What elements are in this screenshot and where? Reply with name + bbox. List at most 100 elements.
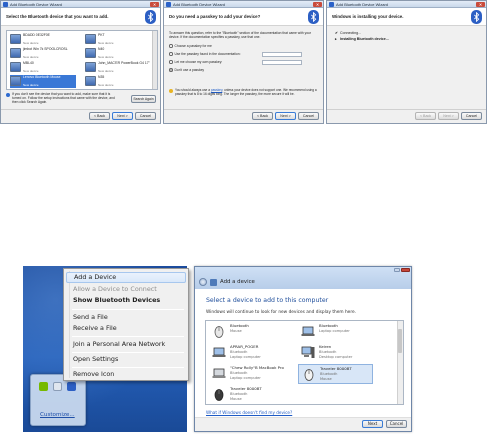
device-name: "Chew Rolly"B MacBook Pro: [230, 365, 284, 370]
device-name: N40: [98, 47, 105, 51]
next-button[interactable]: Next >: [275, 112, 296, 120]
bluetooth-wizard-installing: Add Bluetooth Device Wizard ✕ Windows is…: [326, 0, 487, 124]
window-title: Add Bluetooth Device Wizard: [173, 2, 226, 7]
device-item[interactable]: MBL40 New device: [10, 61, 76, 74]
back-button[interactable]: < Back: [252, 112, 273, 120]
device-item[interactable]: APRAR_POGER Bluetooth Laptop computer: [209, 343, 284, 363]
wizard-body: ✔ Connecting... ▸ Installing Bluetooth dev…: [327, 27, 486, 109]
passkey-option-none[interactable]: Don't use a passkey: [169, 68, 204, 72]
device-name: MBL40: [23, 61, 34, 65]
next-button[interactable]: Next >: [438, 112, 459, 120]
search-again-button[interactable]: Search Again: [131, 95, 156, 103]
device-item-selected[interactable]: Traveler 8000BT Bluetooth Mouse: [298, 364, 373, 384]
shield-icon[interactable]: [53, 382, 62, 391]
menu-item-join-pan[interactable]: Join a Personal Area Network: [73, 339, 184, 350]
wizard-header: Windows is installing your device.: [327, 8, 486, 26]
bluetooth-app-icon: [329, 2, 334, 7]
help-link[interactable]: What if Windows doesn't find my device?: [206, 410, 292, 415]
close-icon[interactable]: ✕: [476, 2, 485, 7]
device-detail: Mouse: [230, 397, 242, 401]
device-item-selected[interactable]: Lenovo Bluetooth Mouse New device: [10, 75, 76, 88]
computer-icon: [85, 48, 96, 58]
device-name: APRAR_POGER: [230, 344, 259, 349]
device-list-scrollbar[interactable]: [397, 321, 403, 404]
device-item[interactable]: John_MAC'ER PowerBook G4 17" New device: [85, 61, 151, 74]
bluetooth-tray-icon[interactable]: [67, 382, 76, 391]
info-icon: [6, 93, 10, 97]
radio-button[interactable]: [169, 52, 173, 56]
device-item[interactable]: jimbot Win 7k SPOOLCROSL New device: [10, 47, 76, 60]
bluetooth-icon: [471, 10, 482, 24]
device-type: New device: [23, 41, 39, 45]
device-item[interactable]: N40 New device: [85, 47, 151, 60]
menu-item-receive-file[interactable]: Receive a File: [73, 323, 184, 334]
passkey-option-own[interactable]: Let me choose my own passkey:: [169, 60, 222, 64]
menu-item-add-device[interactable]: Add a Device: [66, 272, 186, 283]
info-text: If you don't see the device that you wan…: [6, 92, 118, 105]
device-item[interactable]: N35 New device: [85, 75, 151, 88]
instructions: To answer this question, refer to the "B…: [169, 31, 311, 39]
scrollbar-thumb[interactable]: [398, 329, 402, 353]
next-button[interactable]: Next >: [112, 112, 133, 120]
own-passkey-field[interactable]: [262, 60, 302, 65]
back-button[interactable]: < Back: [415, 112, 436, 120]
mouse-icon: [304, 369, 314, 381]
cancel-button[interactable]: Cancel: [461, 112, 482, 120]
wizard-header: Do you need a passkey to add your device…: [164, 8, 323, 26]
close-icon[interactable]: [401, 268, 410, 272]
radio-button[interactable]: [169, 44, 173, 48]
device-detail: Mouse: [230, 329, 242, 333]
device-name: Keiren: [319, 344, 332, 349]
device-list[interactable]: Bluetooth Mouse Bluetooth Laptop compute…: [205, 320, 404, 405]
device-item[interactable]: Keiren Bluetooth Desktop computer: [298, 343, 373, 363]
menu-item-remove-icon[interactable]: Remove Icon: [73, 369, 184, 380]
notification-area-overflow: Customize...: [30, 374, 86, 426]
device-list-scrollbar[interactable]: [152, 31, 157, 89]
customize-link[interactable]: Customize...: [40, 412, 75, 418]
back-arrow-icon[interactable]: [199, 278, 207, 286]
passkey-option-documentation[interactable]: Use the passkey found in the documentati…: [169, 52, 240, 56]
window-chrome: Add a device: [195, 267, 411, 289]
menu-gutter: [69, 271, 70, 378]
menu-item-show-devices[interactable]: Show Bluetooth Devices: [73, 295, 184, 306]
menu-item-open-settings[interactable]: Open Settings: [73, 354, 184, 365]
device-item[interactable]: "Chew Rolly"B MacBook Pro Bluetooth Lapt…: [209, 364, 284, 384]
device-list[interactable]: BDADD 0E32F0E New device jimbot Win 7k S…: [6, 30, 158, 90]
computer-icon: [10, 62, 21, 72]
cancel-button[interactable]: Cancel: [386, 420, 407, 428]
next-button[interactable]: Next: [362, 420, 383, 428]
close-icon[interactable]: ✕: [313, 2, 322, 7]
close-icon[interactable]: ✕: [150, 2, 159, 7]
laptop-icon: [212, 368, 226, 378]
device-name: jimbot Win 7k SPOOLCROSL: [23, 47, 68, 51]
menu-separator: [72, 367, 184, 368]
minimize-icon[interactable]: [394, 268, 400, 272]
device-item[interactable]: Bluetooth Mouse: [209, 322, 284, 342]
device-type: New device: [23, 55, 39, 59]
device-item[interactable]: Bluetooth Laptop computer: [298, 322, 373, 342]
menu-item-send-file[interactable]: Send a File: [73, 312, 184, 323]
cancel-button[interactable]: Cancel: [135, 112, 156, 120]
device-item[interactable]: PKT New device: [85, 33, 151, 46]
device-name: PKT: [98, 33, 105, 37]
window-titlebar: Add Bluetooth Device Wizard ✕: [327, 1, 486, 8]
passkey-option-auto[interactable]: Choose a passkey for me: [169, 44, 212, 48]
mouse-icon: [214, 326, 224, 338]
device-type: New device: [23, 69, 39, 73]
documentation-passkey-field[interactable]: [262, 52, 302, 57]
device-name: Traveler 8000BT: [320, 366, 352, 371]
device-item[interactable]: BDADD 0E32F0E New device: [10, 33, 76, 46]
bluetooth-wizard-select-device: Add Bluetooth Device Wizard ✕ Select the…: [0, 0, 161, 124]
install-step-installing: ▸ Installing Bluetooth device...: [335, 37, 389, 41]
mouse-icon: [10, 76, 21, 86]
window-titlebar: Add Bluetooth Device Wizard ✕: [1, 1, 160, 8]
back-button[interactable]: < Back: [89, 112, 110, 120]
menu-item-allow-device[interactable]: Allow a Device to Connect: [73, 284, 184, 295]
cancel-button[interactable]: Cancel: [298, 112, 319, 120]
radio-button-selected[interactable]: [169, 68, 173, 72]
nvidia-icon[interactable]: [39, 382, 48, 391]
bluetooth-app-icon: [166, 2, 171, 7]
menu-separator: [72, 352, 184, 353]
radio-button[interactable]: [169, 60, 173, 64]
device-item[interactable]: Traveler 8000BT Bluetooth Mouse: [209, 385, 284, 404]
